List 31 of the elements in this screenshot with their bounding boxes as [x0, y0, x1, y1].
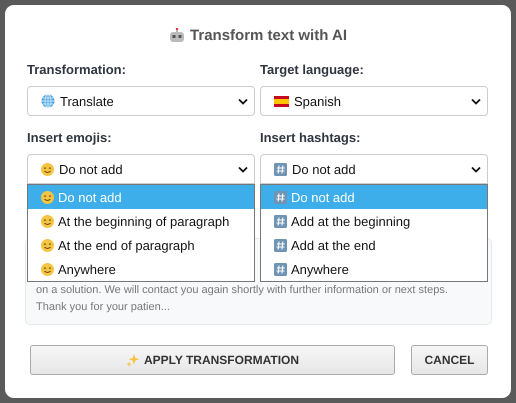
- select-field[interactable]: Do not add: [260, 154, 488, 184]
- select-field[interactable]: Translate: [27, 86, 255, 116]
- globe-icon: [41, 94, 55, 108]
- field-label: Transformation:: [27, 62, 127, 77]
- smiley-icon: [41, 214, 54, 228]
- cancel-button[interactable]: CANCEL: [411, 345, 488, 375]
- dialog-title: Transform text with AI: [27, 27, 489, 44]
- chevron-down-icon: [471, 166, 481, 172]
- smiley-icon: [41, 262, 54, 276]
- hash-icon: [274, 214, 287, 228]
- field-label: Target language:: [260, 62, 365, 77]
- preview-text: Thank you for your patien...: [36, 300, 171, 315]
- chevron-down-icon: [238, 98, 248, 104]
- smiley-icon: [41, 190, 54, 204]
- hash-icon: [274, 190, 287, 204]
- hash-icon: [274, 162, 287, 176]
- flag-icon: [274, 96, 289, 106]
- select-field[interactable]: Do not add: [27, 154, 255, 184]
- chevron-down-icon: [471, 98, 481, 104]
- hash-icon: [274, 238, 287, 252]
- select-field[interactable]: Spanish: [260, 86, 488, 116]
- smiley-icon: [41, 162, 54, 176]
- field-label: Insert emojis:: [27, 130, 113, 145]
- apply-button[interactable]: APPLY TRANSFORMATION: [30, 345, 395, 375]
- robot-icon: [169, 28, 186, 43]
- sparkles-icon: [126, 353, 140, 367]
- hash-icon: [274, 262, 287, 276]
- field-label: Insert hashtags:: [260, 130, 362, 145]
- chevron-down-icon: [238, 166, 248, 172]
- preview-text: on a solution. We will contact you again shortly with further information or next steps.: [36, 283, 449, 298]
- smiley-icon: [41, 238, 54, 252]
